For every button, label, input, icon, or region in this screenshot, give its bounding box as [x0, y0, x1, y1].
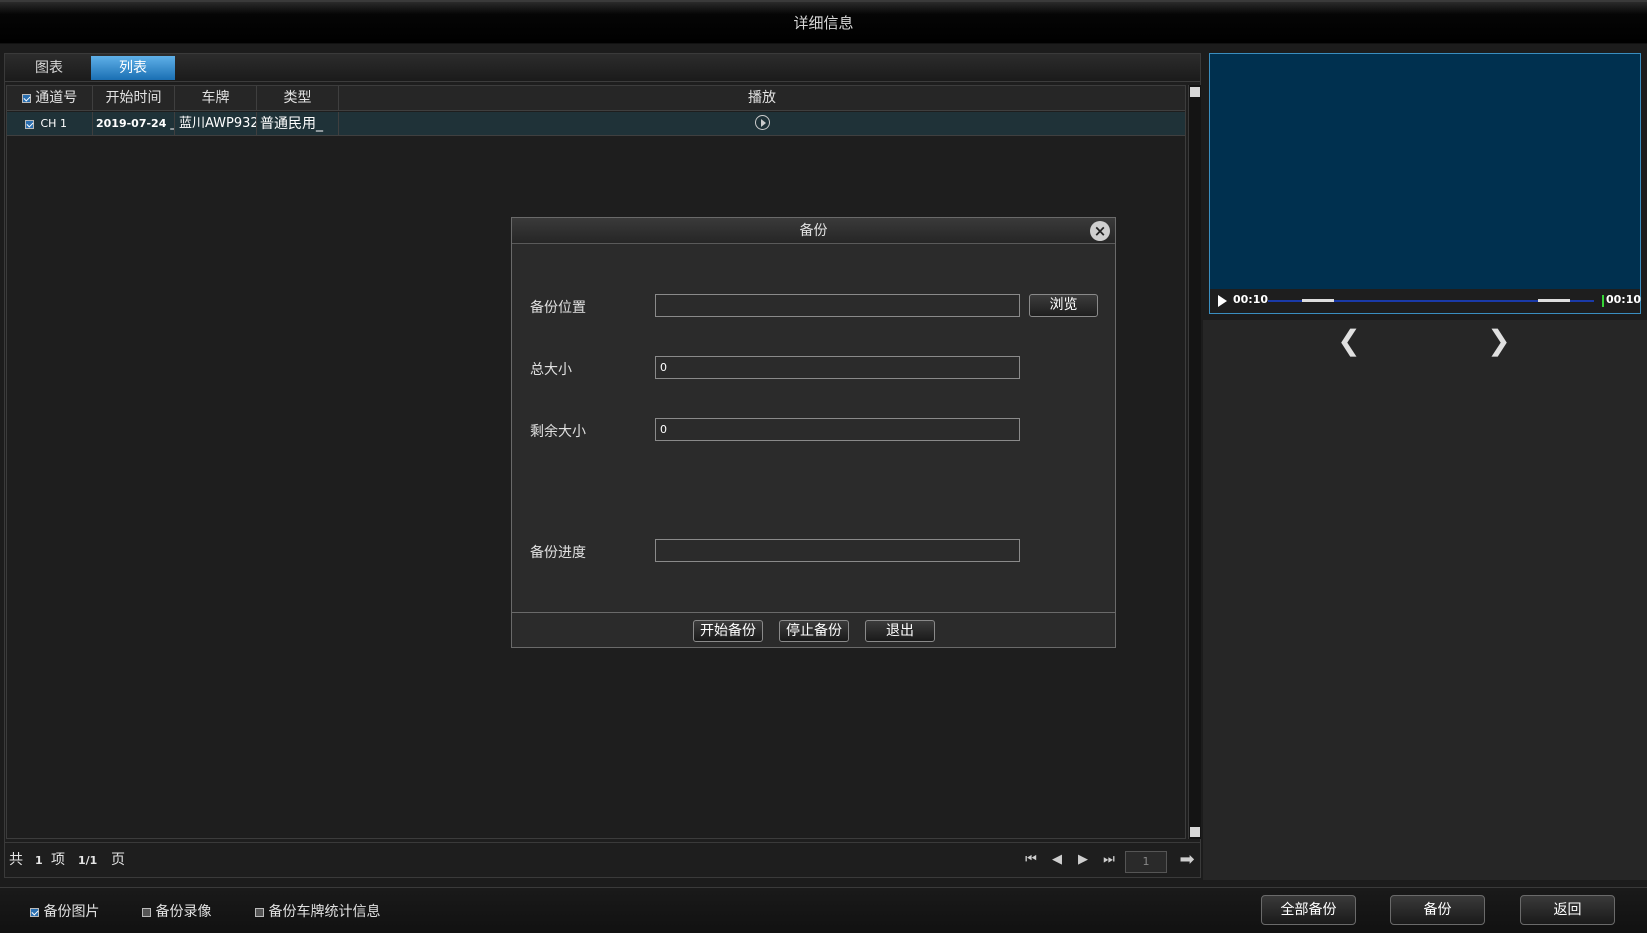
cell-type: 普通民用_: [257, 112, 339, 136]
backup-images-checkbox[interactable]: [30, 907, 39, 917]
backup-location-input[interactable]: [655, 294, 1020, 317]
backup-images-option[interactable]: 备份图片: [30, 901, 99, 921]
remaining-size-label: 剩余大小: [530, 424, 586, 440]
total-size-field: 0: [655, 356, 1020, 379]
table-scrollbar[interactable]: [1188, 85, 1201, 839]
column-header-type: 类型: [257, 86, 339, 111]
column-header-start-time: 开始时间: [93, 86, 175, 111]
next-chevron-icon[interactable]: ❯: [1484, 326, 1514, 356]
dialog-title: 备份: [512, 218, 1115, 244]
pager-bar: 共 1 项 1/1 页 ⏮ ◀ ▶ ⏭ 1 ➡: [5, 842, 1200, 877]
select-all-checkbox[interactable]: [21, 93, 31, 103]
pager-total-count: 1: [35, 854, 43, 867]
total-size-label: 总大小: [530, 362, 572, 378]
cell-channel: CH 1: [7, 112, 93, 136]
backup-stats-checkbox[interactable]: [255, 907, 264, 917]
pager-page-unit: 页: [111, 852, 125, 868]
column-header-channel: 通道号: [7, 86, 93, 111]
table-header: 通道号 开始时间 车牌 类型 播放: [7, 86, 1185, 111]
video-time-start: 00:10: [1233, 293, 1269, 306]
back-button[interactable]: 返回: [1520, 895, 1615, 925]
browse-button[interactable]: 浏览: [1029, 294, 1098, 317]
scroll-down-icon[interactable]: [1190, 827, 1200, 837]
close-icon[interactable]: ×: [1090, 221, 1110, 241]
right-side-area: [1203, 320, 1647, 880]
column-header-play: 播放: [748, 90, 776, 106]
video-play-icon[interactable]: [1218, 295, 1227, 307]
bottom-toolbar: 备份图片 备份录像 备份车牌统计信息 全部备份 备份 返回: [0, 887, 1647, 933]
cell-play: [339, 112, 1185, 136]
table-row[interactable]: CH 1 2019-07-24 _ 蓝川AWP932 普通民用_: [7, 112, 1185, 136]
backup-progress-label: 备份进度: [530, 545, 586, 561]
pager-total-unit: 项: [51, 852, 65, 868]
exit-button[interactable]: 退出: [865, 620, 935, 642]
backup-dialog: 备份 × 备份位置 浏览 总大小 0 剩余大小 0 备份进度 开始备份 停止备份…: [511, 217, 1116, 648]
view-tabbar: 图表 列表: [5, 54, 1200, 82]
backup-button[interactable]: 备份: [1390, 895, 1485, 925]
backup-video-checkbox[interactable]: [142, 907, 151, 917]
cell-start-time: 2019-07-24 _: [93, 112, 175, 136]
video-controls: 00:10 00:10: [1210, 289, 1642, 313]
tab-chart[interactable]: 图表: [7, 56, 91, 80]
play-circle-icon[interactable]: [754, 115, 770, 130]
backup-video-option[interactable]: 备份录像: [142, 901, 211, 921]
prev-page-icon[interactable]: ◀: [1048, 851, 1066, 869]
pager-total-prefix: 共: [9, 852, 23, 868]
scroll-up-icon[interactable]: [1190, 87, 1200, 97]
row-checkbox[interactable]: [25, 119, 34, 129]
backup-all-button[interactable]: 全部备份: [1261, 895, 1356, 925]
next-page-icon[interactable]: ▶: [1074, 851, 1092, 869]
start-backup-button[interactable]: 开始备份: [693, 620, 763, 642]
backup-location-label: 备份位置: [530, 300, 586, 316]
column-header-plate: 车牌: [175, 86, 257, 111]
timeline-marker[interactable]: [1602, 295, 1604, 307]
video-time-end: 00:10: [1606, 293, 1642, 306]
backup-progress-bar: [655, 539, 1020, 562]
stop-backup-button[interactable]: 停止备份: [779, 620, 849, 642]
video-preview[interactable]: 00:10 00:10: [1209, 53, 1641, 314]
dialog-footer: 开始备份 停止备份 退出: [512, 612, 1115, 647]
backup-stats-option[interactable]: 备份车牌统计信息: [255, 901, 380, 921]
tab-list[interactable]: 列表: [91, 56, 175, 80]
cell-plate: 蓝川AWP932: [175, 112, 257, 136]
last-page-icon[interactable]: ⏭: [1100, 851, 1118, 869]
previous-chevron-icon[interactable]: ❮: [1334, 326, 1364, 356]
first-page-icon[interactable]: ⏮: [1022, 851, 1040, 869]
video-timeline[interactable]: [1268, 299, 1594, 302]
pager-page-fraction: 1/1: [78, 854, 98, 867]
go-page-arrow-icon[interactable]: ➡: [1177, 851, 1197, 869]
remaining-size-field: 0: [655, 418, 1020, 441]
window-title: 详细信息: [0, 0, 1647, 44]
page-number-input[interactable]: 1: [1125, 851, 1167, 873]
